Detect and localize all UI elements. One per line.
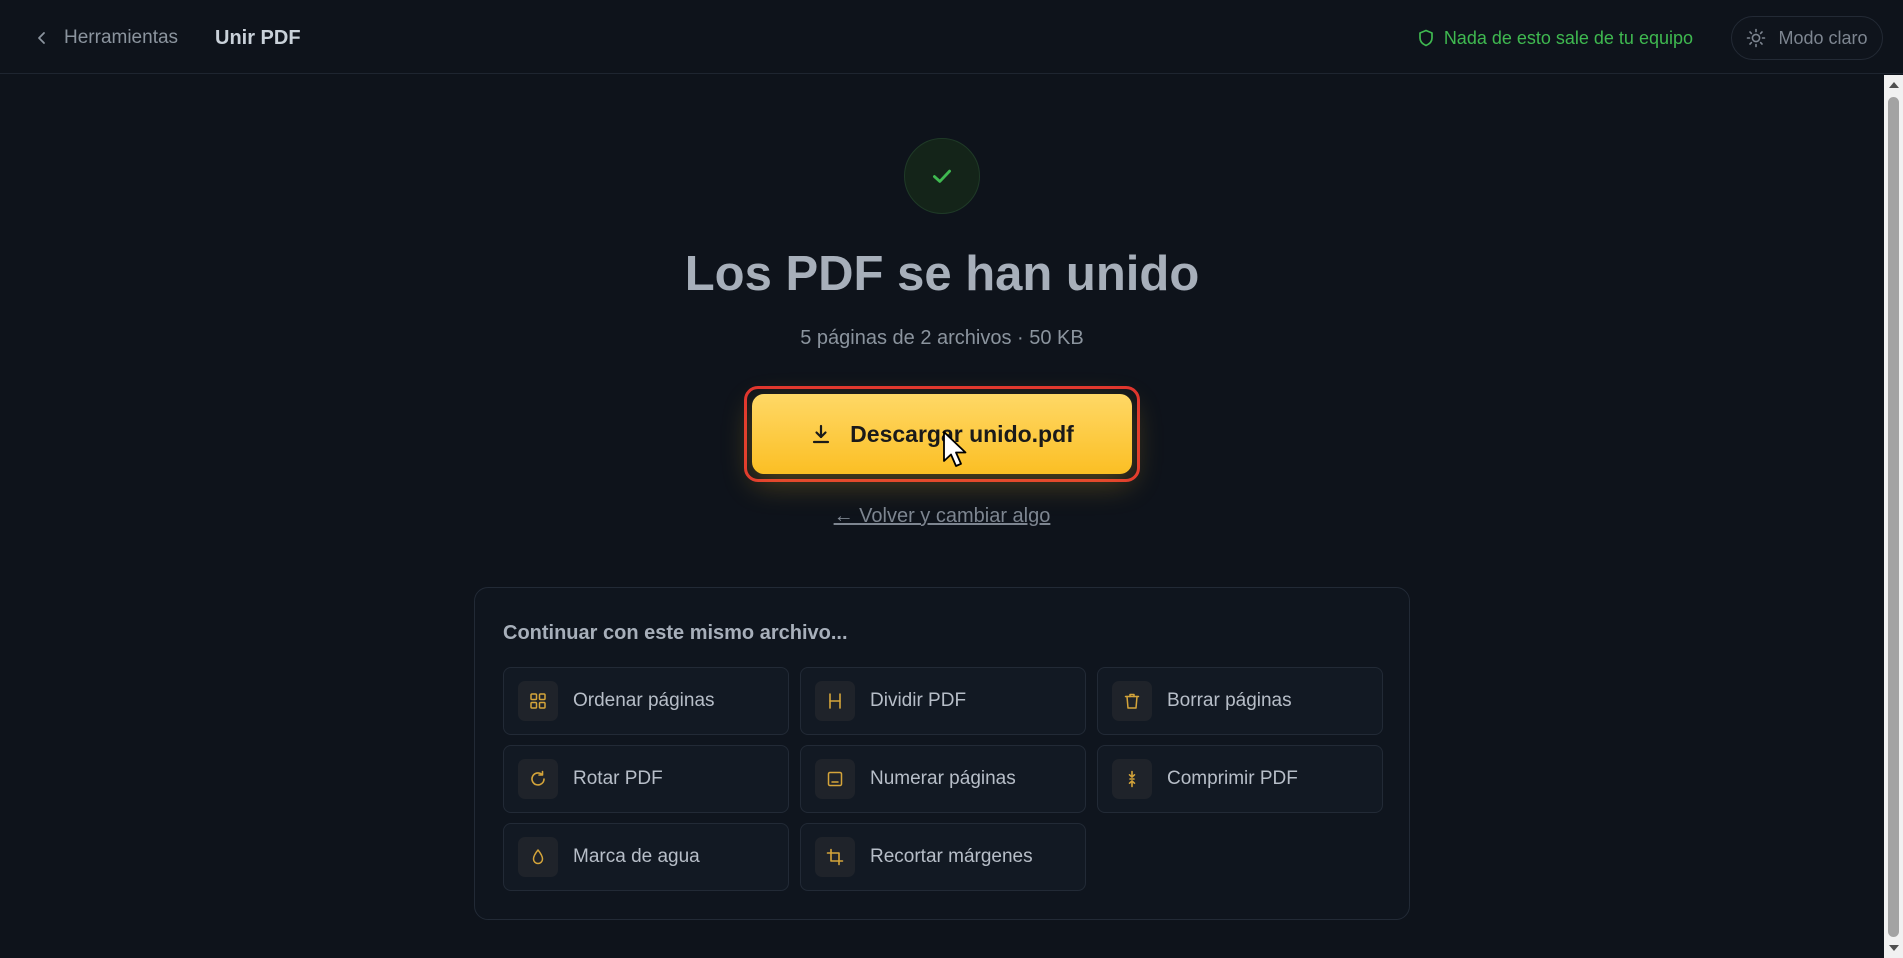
- sun-icon: [1747, 28, 1766, 48]
- tool-label: Dividir PDF: [870, 690, 967, 711]
- download-button[interactable]: Descargar unido.pdf: [752, 394, 1132, 474]
- page-title: Unir PDF: [215, 26, 301, 49]
- scrollbar-thumb[interactable]: [1888, 97, 1899, 937]
- theme-toggle-button[interactable]: Modo claro: [1731, 16, 1883, 60]
- tool-dividir-pdf[interactable]: Dividir PDF: [800, 667, 1086, 735]
- download-icon: [813, 424, 830, 444]
- theme-label: Modo claro: [1778, 27, 1868, 48]
- crop-icon: [826, 848, 844, 866]
- compress-icon: [1128, 770, 1136, 788]
- result-title: Los PDF se han unido: [684, 247, 1200, 301]
- tool-marca-de-agua[interactable]: Marca de agua: [503, 823, 789, 891]
- tool-comprimir-pdf[interactable]: Comprimir PDF: [1097, 745, 1383, 813]
- tool-label: Comprimir PDF: [1167, 768, 1298, 789]
- droplet-icon: [532, 849, 544, 865]
- top-bar: Herramientas Unir PDF Nada de esto sale …: [0, 0, 1903, 74]
- page-number-icon: [827, 771, 843, 787]
- tool-icon-box: [1112, 681, 1152, 721]
- tool-recortar-margenes[interactable]: Recortar márgenes: [800, 823, 1086, 891]
- tool-borrar-paginas[interactable]: Borrar páginas: [1097, 667, 1383, 735]
- check-icon: [933, 169, 951, 183]
- scrollbar[interactable]: [1884, 75, 1903, 958]
- tool-label: Numerar páginas: [870, 768, 1016, 789]
- chevron-left-icon: [38, 32, 45, 44]
- grid-icon: [530, 693, 546, 709]
- tool-icon-box: [518, 681, 558, 721]
- tool-ordenar-paginas[interactable]: Ordenar páginas: [503, 667, 789, 735]
- success-badge: [904, 138, 980, 214]
- privacy-notice: Nada de esto sale de tu equipo: [1418, 24, 1693, 52]
- rotate-icon: [531, 770, 545, 786]
- tool-icon-box: [815, 837, 855, 877]
- tool-numerar-paginas[interactable]: Numerar páginas: [800, 745, 1086, 813]
- scroll-up-arrow[interactable]: [1889, 82, 1899, 88]
- tool-icon-box: [815, 759, 855, 799]
- tool-icon-box: [518, 837, 558, 877]
- privacy-text: Nada de esto sale de tu equipo: [1443, 27, 1693, 48]
- back-label: Herramientas: [64, 27, 179, 48]
- tool-label: Ordenar páginas: [573, 690, 715, 711]
- tool-label: Rotar PDF: [573, 768, 663, 789]
- tool-icon-box: [815, 681, 855, 721]
- tool-label: Borrar páginas: [1167, 690, 1292, 711]
- go-back-link[interactable]: ← Volver y cambiar algo: [0, 505, 1884, 528]
- scroll-down-arrow[interactable]: [1889, 945, 1899, 951]
- back-to-tools-link[interactable]: Herramientas: [34, 24, 178, 52]
- download-label: Descargar unido.pdf: [850, 420, 1074, 447]
- tool-label: Recortar márgenes: [870, 846, 1033, 867]
- tool-icon-box: [1112, 759, 1152, 799]
- tool-label: Marca de agua: [573, 846, 700, 867]
- tool-icon-box: [518, 759, 558, 799]
- trash-icon: [1124, 693, 1140, 709]
- shield-icon: [1418, 29, 1433, 47]
- result-summary: 5 páginas de 2 archivos · 50 KB: [800, 327, 1084, 349]
- tool-rotar-pdf[interactable]: Rotar PDF: [503, 745, 789, 813]
- continue-panel: Continuar con este mismo archivo... Orde…: [474, 587, 1410, 920]
- continue-title: Continuar con este mismo archivo...: [503, 622, 848, 644]
- split-icon: [829, 693, 841, 709]
